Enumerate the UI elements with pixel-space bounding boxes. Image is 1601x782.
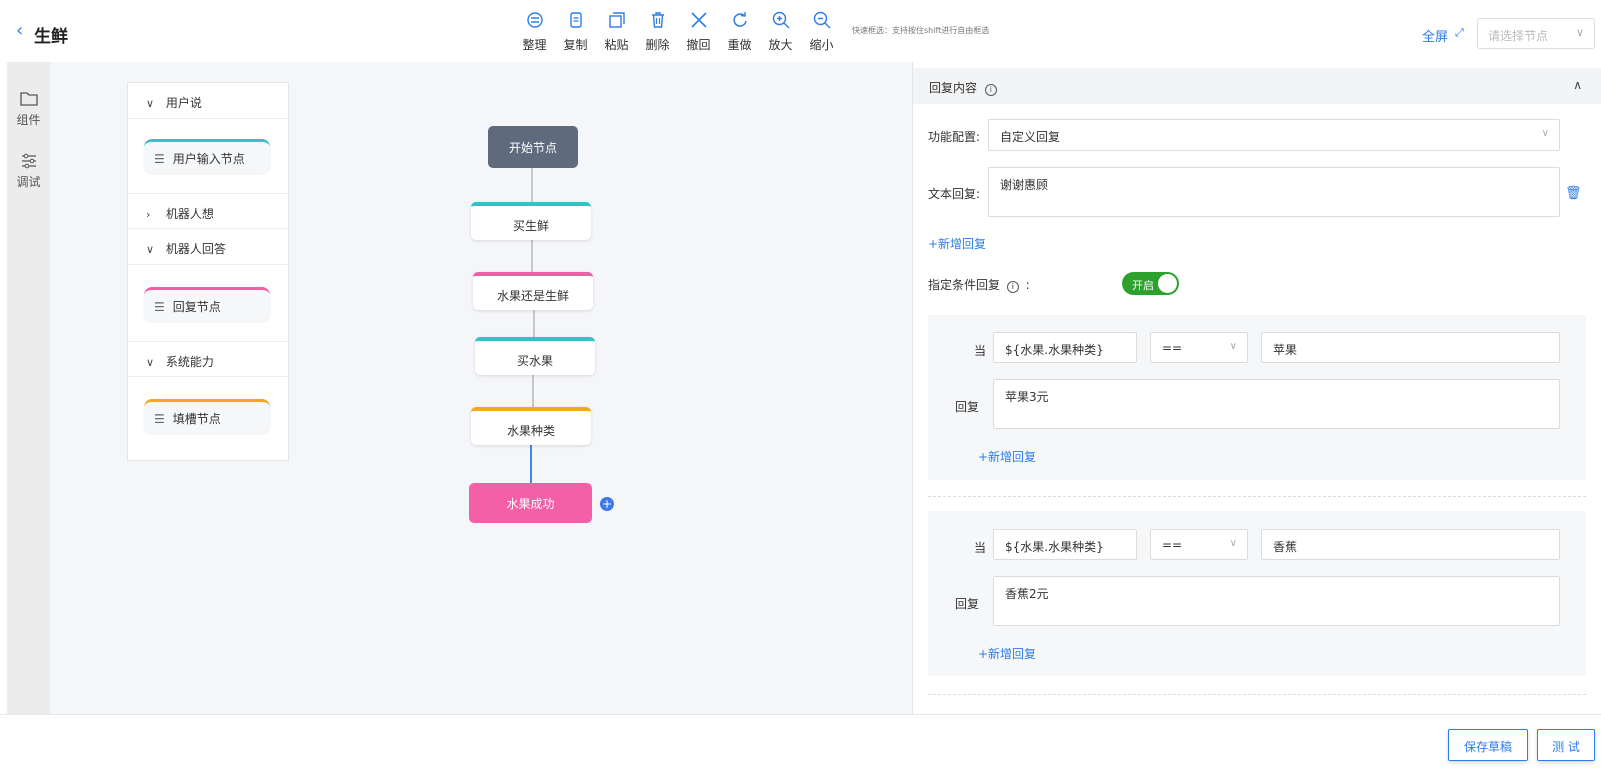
condition-value-input[interactable]: 香蕉	[1261, 529, 1560, 560]
zoom-out-button[interactable]: 缩小	[801, 6, 842, 60]
divider	[928, 496, 1586, 497]
flow-node-fruit-type[interactable]: 水果种类	[471, 407, 591, 445]
condition-reply-input[interactable]: 苹果3元	[993, 379, 1560, 429]
delete-button[interactable]: 删除	[637, 6, 678, 60]
add-reply-link[interactable]: +新增回复	[928, 235, 986, 252]
node-select-placeholder: 请选择节点	[1488, 29, 1549, 43]
flow-node-fruit-success[interactable]: 水果成功	[469, 483, 592, 523]
flow-edge	[532, 375, 534, 407]
info-icon: i	[1006, 281, 1019, 293]
text-reply-input[interactable]: 谢谢惠顾	[988, 167, 1560, 217]
save-draft-button[interactable]: 保存草稿	[1448, 729, 1528, 761]
reply-content-header[interactable]: 回复内容 i ∧	[913, 68, 1601, 104]
flow-edge	[531, 168, 533, 202]
expand-icon[interactable]: ⤢	[1455, 26, 1464, 40]
redo-button[interactable]: 重做	[719, 6, 760, 60]
condition-reply-input[interactable]: 香蕉2元	[993, 576, 1560, 626]
drag-handle-icon: ☰	[154, 300, 165, 314]
undo-icon	[678, 6, 719, 34]
drag-handle-icon: ☰	[154, 412, 165, 426]
section-system-abilities[interactable]: ∨ 系统能力	[128, 341, 288, 377]
function-config-select[interactable]: 自定义回复 ∨	[988, 119, 1560, 151]
copy-button[interactable]: 复制	[555, 6, 596, 60]
when-label: 当	[974, 541, 987, 555]
top-bar: ‹ 生鲜 整理 复制 粘贴 删除 撤回 重做 放大 缩小 快速框选：支持按住sh…	[0, 0, 1601, 62]
conditional-reply-label: 指定条件回复 i :	[928, 278, 1030, 293]
text-reply-label: 文本回复:	[928, 187, 981, 201]
add-condition-reply-link[interactable]: +新增回复	[978, 448, 1036, 465]
flow-edge	[533, 310, 535, 337]
divider	[928, 694, 1586, 695]
chevron-down-icon: ∨	[146, 243, 155, 256]
toolbar: 整理 复制 粘贴 删除 撤回 重做 放大 缩小 快速框选：支持按住shift进行…	[514, 6, 998, 60]
node-select[interactable]: 请选择节点 ∨	[1477, 18, 1595, 49]
flow-node-fruit-or-fresh[interactable]: 水果还是生鲜	[473, 272, 593, 310]
page-title: 生鲜	[34, 27, 68, 47]
delete-icon	[637, 6, 678, 34]
condition-operator-select[interactable]: == ∨	[1150, 529, 1248, 560]
paste-button[interactable]: 粘贴	[596, 6, 637, 60]
bottom-bar: 保存草稿 测 试	[0, 714, 1601, 782]
components-tab[interactable]: 组件	[7, 90, 50, 128]
palette-slot-filling-node[interactable]: ☰ 填槽节点	[144, 399, 270, 433]
add-condition-reply-link[interactable]: +新增回复	[978, 645, 1036, 662]
folder-icon	[7, 90, 50, 111]
palette-user-input-node[interactable]: ☰ 用户输入节点	[144, 139, 270, 173]
undo-button[interactable]: 撤回	[678, 6, 719, 60]
redo-icon	[719, 6, 760, 34]
test-button[interactable]: 测 试	[1537, 729, 1595, 761]
copy-icon	[555, 6, 596, 34]
add-node-icon[interactable]: +	[600, 497, 614, 511]
flow-node-buy-fresh[interactable]: 买生鲜	[471, 202, 591, 240]
component-palette: ∨ 用户说 ☰ 用户输入节点 › 机器人想 ∨ 机器人回答 ☰ 回复节点 ∨ 系统能…	[127, 82, 289, 461]
marquee-hint: 快速框选：支持按住shift进行自由框选	[852, 26, 990, 35]
chevron-right-icon: ›	[146, 208, 151, 221]
chevron-down-icon: ∨	[1229, 538, 1237, 549]
condition-reply-label: 回复	[955, 400, 980, 414]
chevron-down-icon: ∨	[1575, 26, 1584, 39]
info-icon: i	[984, 84, 997, 96]
zoom-in-icon	[760, 6, 801, 34]
flow-edge	[531, 240, 533, 272]
condition-value-input[interactable]: 苹果	[1261, 332, 1560, 363]
debug-tab[interactable]: 调试	[7, 152, 50, 190]
chevron-down-icon: ∨	[1229, 341, 1237, 352]
function-config-label: 功能配置:	[928, 130, 981, 144]
section-user-says[interactable]: ∨ 用户说	[128, 83, 288, 119]
condition-reply-label: 回复	[955, 597, 980, 611]
chevron-up-icon[interactable]: ∧	[1573, 78, 1582, 92]
when-label: 当	[974, 344, 987, 358]
paste-icon	[596, 6, 637, 34]
palette-reply-node[interactable]: ☰ 回复节点	[144, 287, 270, 321]
chevron-down-icon: ∨	[146, 97, 155, 110]
trash-icon[interactable]: 🗑	[1565, 186, 1582, 201]
organize-button[interactable]: 整理	[514, 6, 555, 60]
toggle-knob	[1158, 274, 1177, 293]
condition-operator-select[interactable]: == ∨	[1150, 332, 1248, 363]
section-robot-thinks[interactable]: › 机器人想	[128, 193, 288, 229]
chevron-down-icon: ∨	[1541, 128, 1549, 139]
flow-start-node[interactable]: 开始节点	[488, 126, 578, 168]
conditional-reply-toggle[interactable]: 开启	[1122, 272, 1179, 295]
flow-node-buy-fruit[interactable]: 买水果	[475, 337, 595, 375]
chevron-left-icon[interactable]: ‹	[16, 20, 23, 41]
chevron-down-icon: ∨	[146, 356, 155, 369]
zoom-out-icon	[801, 6, 842, 34]
organize-icon	[514, 6, 555, 34]
zoom-in-button[interactable]: 放大	[760, 6, 801, 60]
condition-variable-input[interactable]: ${水果.水果种类}	[993, 332, 1137, 363]
fullscreen-button[interactable]: 全屏	[1422, 26, 1448, 45]
section-robot-answers[interactable]: ∨ 机器人回答	[128, 229, 288, 265]
condition-variable-input[interactable]: ${水果.水果种类}	[993, 529, 1137, 560]
flow-edge-selected	[530, 445, 532, 483]
sliders-icon	[7, 152, 50, 173]
left-sidebar: 组件 调试	[7, 62, 50, 714]
drag-handle-icon: ☰	[154, 152, 165, 166]
